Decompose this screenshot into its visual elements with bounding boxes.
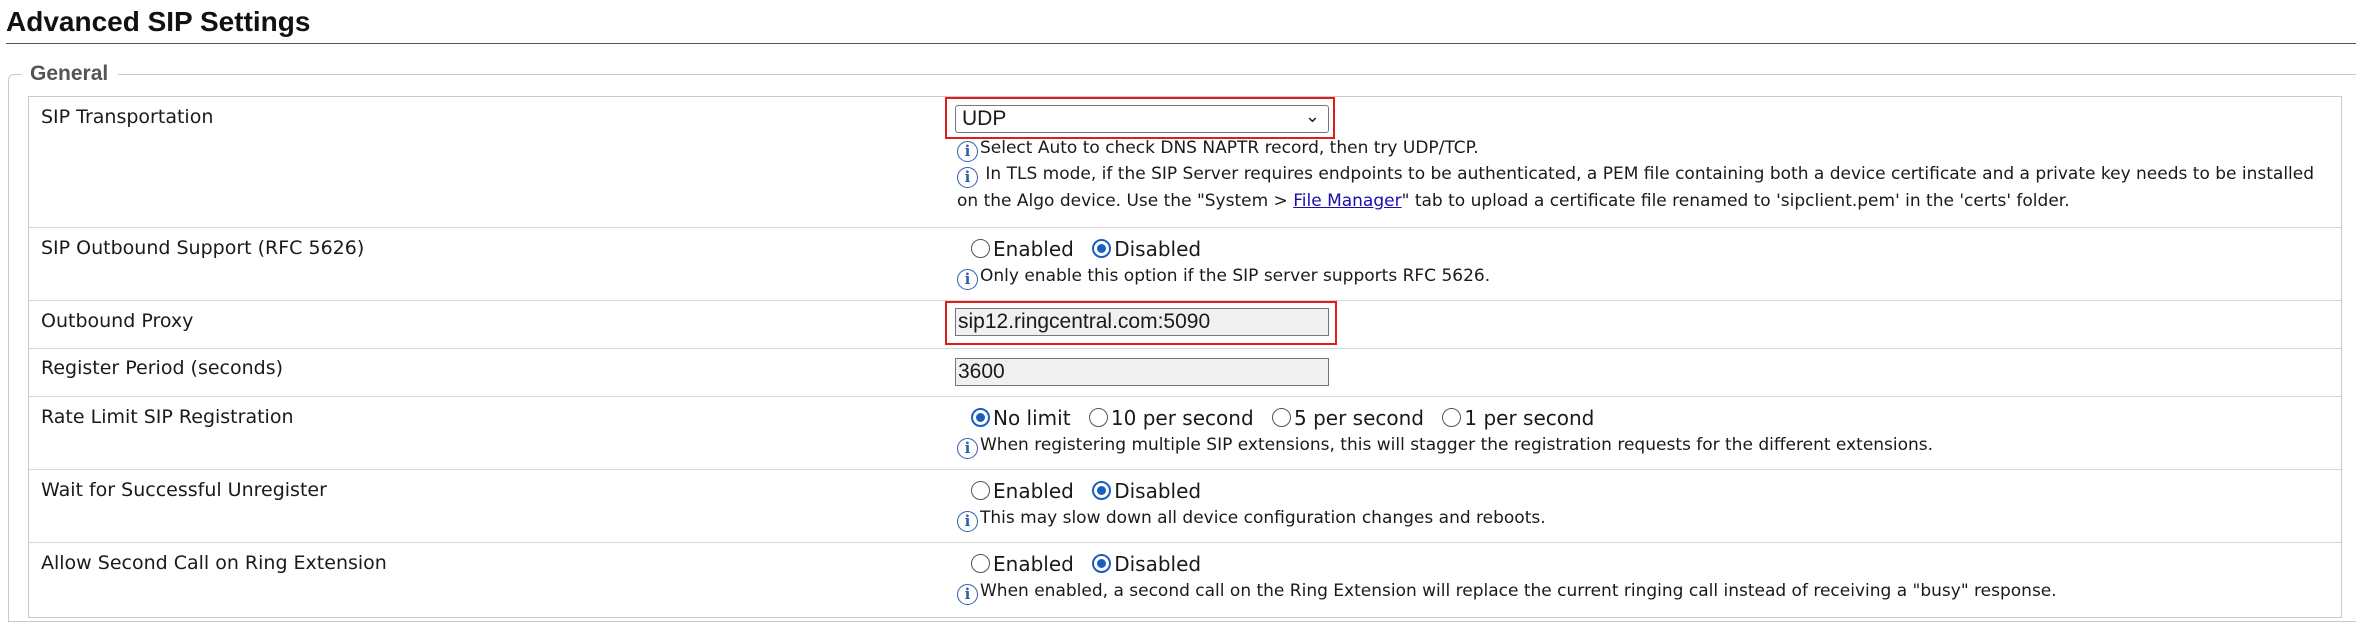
rate-limit-radios: No limit 10 per second 5 per second 1 pe… xyxy=(971,406,1606,430)
rate-limit-label: Rate Limit SIP Registration xyxy=(41,406,294,428)
radio-enabled[interactable] xyxy=(971,239,990,258)
info-icon: i xyxy=(957,511,978,532)
radio-option-enabled[interactable]: Enabled xyxy=(971,479,1074,503)
info-icon: i xyxy=(957,584,978,605)
info-icon: i xyxy=(957,167,978,188)
row-register-period: Register Period (seconds) 3600 xyxy=(29,349,2341,397)
row-second-call: Allow Second Call on Ring Extension Enab… xyxy=(29,543,2341,617)
row-sip-transportation: SIP Transportation UDP ⌄ i Select Auto to… xyxy=(29,97,2341,228)
outbound-proxy-label: Outbound Proxy xyxy=(41,310,194,332)
radio-option-enabled[interactable]: Enabled xyxy=(971,552,1074,576)
wait-unregister-radios: Enabled Disabled xyxy=(971,479,1213,503)
row-wait-unregister: Wait for Successful Unregister Enabled D… xyxy=(29,470,2341,543)
sip-outbound-support-radios: Enabled Disabled xyxy=(971,237,1213,261)
radio-enabled[interactable] xyxy=(971,481,990,500)
settings-table: SIP Transportation UDP ⌄ i Select Auto to… xyxy=(28,96,2342,618)
highlight-sip-transportation xyxy=(945,97,1335,139)
row-sip-outbound-support: SIP Outbound Support (RFC 5626) Enabled … xyxy=(29,228,2341,301)
radio-disabled[interactable] xyxy=(1092,554,1112,573)
info-icon: i xyxy=(957,438,978,459)
sip-outbound-support-label: SIP Outbound Support (RFC 5626) xyxy=(41,237,365,259)
info-icon: i xyxy=(957,269,978,290)
radio-1-per-second[interactable] xyxy=(1442,408,1462,427)
highlight-outbound-proxy xyxy=(945,301,1337,345)
radio-option-disabled[interactable]: Disabled xyxy=(1092,552,1201,576)
row-rate-limit: Rate Limit SIP Registration No limit 10 … xyxy=(29,397,2341,470)
page-title: Advanced SIP Settings xyxy=(6,6,2356,44)
radio-option-5-per-second[interactable]: 5 per second xyxy=(1272,406,1424,430)
sip-transportation-tls-help: i In TLS mode, if the SIP Server require… xyxy=(957,164,2315,211)
second-call-radios: Enabled Disabled xyxy=(971,552,1213,576)
radio-no-limit[interactable] xyxy=(971,408,990,427)
radio-option-disabled[interactable]: Disabled xyxy=(1092,479,1201,503)
radio-10-per-second[interactable] xyxy=(1088,408,1108,427)
radio-option-10-per-second[interactable]: 10 per second xyxy=(1088,406,1254,430)
row-outbound-proxy: Outbound Proxy sip12.ringcentral.com:509… xyxy=(29,301,2341,349)
second-call-help: i When enabled, a second call on the Ring… xyxy=(957,578,2057,605)
wait-unregister-help: i This may slow down all device configura… xyxy=(957,505,1546,532)
radio-option-1-per-second[interactable]: 1 per second xyxy=(1442,406,1594,430)
register-period-label: Register Period (seconds) xyxy=(41,357,284,379)
file-manager-link[interactable]: File Manager xyxy=(1293,191,1401,211)
radio-disabled[interactable] xyxy=(1092,481,1112,500)
section-legend: General xyxy=(22,62,119,86)
radio-5-per-second[interactable] xyxy=(1272,408,1291,427)
radio-option-no-limit[interactable]: No limit xyxy=(971,406,1071,430)
radio-enabled[interactable] xyxy=(971,554,990,573)
radio-option-disabled[interactable]: Disabled xyxy=(1092,237,1201,261)
rate-limit-help: i When registering multiple SIP extension… xyxy=(957,432,1933,459)
radio-option-enabled[interactable]: Enabled xyxy=(971,237,1074,261)
sip-outbound-support-help: i Only enable this option if the SIP serv… xyxy=(957,263,1490,290)
register-period-input[interactable]: 3600 xyxy=(955,358,1329,386)
wait-unregister-label: Wait for Successful Unregister xyxy=(41,479,327,501)
second-call-label: Allow Second Call on Ring Extension xyxy=(41,552,387,574)
sip-transportation-help: i Select Auto to check DNS NAPTR record, … xyxy=(957,135,1479,162)
radio-disabled[interactable] xyxy=(1092,239,1112,258)
sip-transportation-label: SIP Transportation xyxy=(41,106,214,128)
info-icon: i xyxy=(957,141,978,162)
